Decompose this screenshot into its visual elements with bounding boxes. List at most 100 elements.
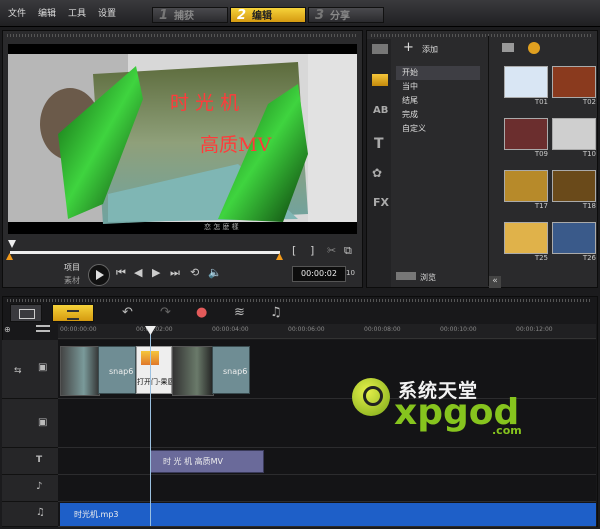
title-clip[interactable]: 时 光 机 高质MV bbox=[150, 450, 264, 473]
folder-icon[interactable] bbox=[502, 43, 514, 52]
category-item[interactable]: 结尾 bbox=[396, 94, 480, 108]
transition-clip[interactable]: 打开门-果厨 bbox=[136, 346, 175, 394]
browse-button[interactable]: 浏览 bbox=[420, 272, 436, 283]
menu-tools[interactable]: 工具 bbox=[68, 6, 86, 19]
overlay-title-1: 时 光 机 bbox=[170, 92, 240, 114]
step-back-icon[interactable]: ◀ bbox=[134, 266, 142, 279]
step-edit[interactable]: 2 编辑 bbox=[230, 7, 306, 23]
mode-clip[interactable]: 素材 bbox=[64, 275, 80, 286]
undo-icon[interactable]: ↶ bbox=[122, 305, 133, 320]
scissors-icon[interactable]: ✂ bbox=[327, 244, 336, 257]
media-tab-icon[interactable] bbox=[372, 44, 388, 54]
thumb-image bbox=[504, 118, 548, 150]
overlay-track-header[interactable]: ▣ bbox=[2, 399, 58, 448]
step-number: 3 bbox=[315, 8, 325, 23]
step-label: 捕获 bbox=[174, 11, 195, 22]
thumb-label: T25 bbox=[534, 254, 548, 262]
transition-thumb[interactable]: T10 bbox=[552, 118, 596, 158]
audio-clip[interactable]: 时光机.mp3 bbox=[60, 503, 596, 526]
thumb-label: T17 bbox=[534, 202, 548, 210]
title-track-header[interactable]: T bbox=[2, 448, 58, 475]
menu-file[interactable]: 文件 bbox=[8, 6, 26, 19]
mark-in-button[interactable]: [ bbox=[292, 244, 296, 257]
timeline-view-button[interactable] bbox=[52, 304, 94, 322]
play-icon bbox=[96, 270, 104, 280]
graphic-tab-icon[interactable]: ✿ bbox=[372, 166, 382, 180]
record-icon[interactable]: ● bbox=[196, 305, 207, 320]
mark-out-button[interactable]: ] bbox=[310, 244, 314, 257]
logo-ring bbox=[363, 386, 383, 406]
add-icon[interactable]: + bbox=[403, 40, 414, 55]
add-button[interactable]: 添加 bbox=[422, 44, 438, 55]
filter-tab-icon[interactable]: FX bbox=[373, 196, 389, 209]
title-track-icon: T bbox=[36, 455, 43, 465]
voice-track[interactable] bbox=[58, 475, 596, 502]
category-list: 开始 当中 结尾 完成 自定义 bbox=[396, 66, 480, 136]
step-share[interactable]: 3 分享 bbox=[308, 7, 384, 23]
skip-start-icon[interactable]: ⏮ bbox=[116, 266, 126, 280]
title-tab-icon[interactable]: AB bbox=[373, 105, 388, 116]
ruler-tick: 00:00:10:00 bbox=[440, 326, 477, 333]
category-item[interactable]: 完成 bbox=[396, 108, 480, 122]
filter-icon[interactable] bbox=[528, 42, 540, 54]
video-track-header[interactable]: ⇆ ▣ bbox=[2, 340, 58, 399]
transition-thumb[interactable]: T02 bbox=[552, 66, 596, 106]
thumb-label: T02 bbox=[582, 98, 596, 106]
step-capture[interactable]: 1 捕获 bbox=[152, 7, 228, 23]
transition-thumb[interactable]: T26 bbox=[552, 222, 596, 262]
clip-label: snap6 bbox=[109, 367, 134, 376]
audio-mixer-icon[interactable]: ≋ bbox=[234, 305, 245, 320]
title-track[interactable] bbox=[58, 448, 596, 475]
transition-thumb[interactable]: T01 bbox=[504, 66, 548, 106]
ruler-tick: 00:00:06:00 bbox=[288, 326, 325, 333]
menu-edit[interactable]: 编辑 bbox=[38, 6, 56, 19]
playhead-line[interactable] bbox=[150, 326, 151, 526]
voice-track-header[interactable]: ♪ bbox=[2, 475, 58, 502]
watermark-logo-icon bbox=[352, 378, 390, 416]
top-toolbar: 文件 编辑 工具 设置 1 捕获 2 编辑 3 分享 bbox=[0, 0, 600, 27]
timeline-icon bbox=[67, 310, 79, 320]
timecode-frames[interactable]: 10 bbox=[346, 269, 355, 277]
link-icon[interactable]: ⇆ bbox=[14, 366, 22, 376]
zoom-icon[interactable]: ⊕ bbox=[4, 325, 16, 335]
storyboard-view-button[interactable] bbox=[10, 304, 42, 322]
menu-settings[interactable]: 设置 bbox=[98, 6, 116, 19]
voice-track-icon: ♪ bbox=[36, 481, 43, 492]
redo-icon[interactable]: ↷ bbox=[160, 305, 171, 320]
collapse-panel-icon[interactable]: « bbox=[489, 276, 501, 288]
panel-grip[interactable] bbox=[371, 34, 593, 37]
text-tab-icon[interactable]: T bbox=[374, 136, 384, 152]
transition-thumb[interactable]: T18 bbox=[552, 170, 596, 210]
video-clip[interactable]: snap6 bbox=[98, 346, 136, 394]
volume-icon[interactable]: 🔈 bbox=[208, 266, 222, 279]
panel-grip[interactable] bbox=[7, 299, 591, 302]
transition-thumb[interactable]: T17 bbox=[504, 170, 548, 210]
skip-end-icon[interactable]: ⏭ bbox=[170, 266, 180, 280]
ruler-tick: 00:00:12:00 bbox=[516, 326, 553, 333]
video-clip-thumb[interactable] bbox=[60, 346, 100, 396]
repeat-icon[interactable]: ⟲ bbox=[190, 266, 199, 279]
music-track-header[interactable]: ♫ bbox=[2, 502, 58, 527]
play-button[interactable] bbox=[88, 264, 110, 286]
track-manager-icon[interactable] bbox=[36, 325, 50, 335]
category-item[interactable]: 开始 bbox=[396, 66, 480, 80]
transition-label: 打开门-果厨 bbox=[137, 378, 175, 386]
category-item[interactable]: 自定义 bbox=[396, 122, 480, 136]
enlarge-icon[interactable]: ⧉ bbox=[344, 244, 352, 258]
mode-project[interactable]: 项目 bbox=[64, 262, 80, 273]
video-clip[interactable]: snap6 bbox=[212, 346, 250, 394]
auto-music-icon[interactable]: ♫ bbox=[270, 305, 282, 320]
thumb-image bbox=[552, 222, 596, 254]
transition-tab-icon[interactable] bbox=[372, 74, 388, 86]
clip-frame bbox=[61, 347, 99, 395]
scrubber-bar[interactable] bbox=[10, 251, 280, 254]
transition-thumb[interactable]: T09 bbox=[504, 118, 548, 158]
transition-thumb[interactable]: T25 bbox=[504, 222, 548, 262]
browse-icon[interactable] bbox=[396, 272, 416, 280]
timecode-display[interactable]: 00:00:02 bbox=[292, 266, 346, 282]
video-track-icon: ▣ bbox=[38, 362, 48, 373]
step-forward-icon[interactable]: ▶ bbox=[152, 266, 160, 279]
category-item[interactable]: 当中 bbox=[396, 80, 480, 94]
panel-grip[interactable] bbox=[7, 34, 357, 37]
video-clip-thumb[interactable] bbox=[172, 346, 214, 396]
